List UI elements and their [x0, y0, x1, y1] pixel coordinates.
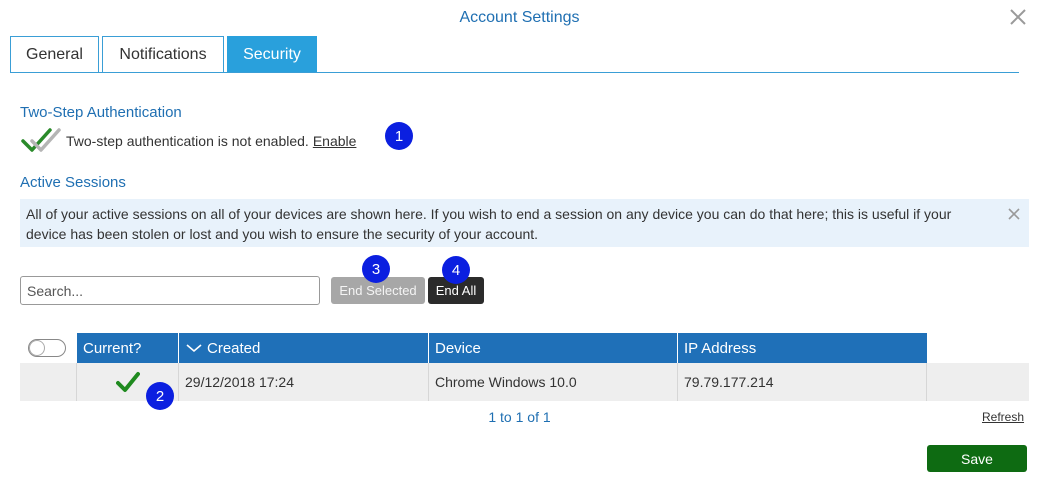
created-cell: 29/12/2018 17:24: [179, 363, 429, 401]
annotation-badge-1: 1: [385, 122, 413, 150]
dialog-title: Account Settings: [459, 9, 580, 26]
column-header-created[interactable]: Created: [179, 333, 429, 363]
tab-notifications[interactable]: Notifications: [102, 36, 224, 73]
close-icon[interactable]: [1007, 6, 1029, 28]
refresh-link[interactable]: Refresh: [982, 410, 1024, 424]
chevron-down-icon: [186, 344, 202, 353]
search-input[interactable]: [20, 276, 320, 305]
select-all-cell: [20, 333, 77, 363]
checkmark-icon: [115, 372, 140, 392]
tab-security[interactable]: Security: [227, 36, 317, 73]
active-sessions-heading: Active Sessions: [20, 174, 126, 191]
sessions-info-box: All of your active sessions on all of yo…: [20, 199, 1029, 247]
column-header-ip[interactable]: IP Address: [678, 333, 927, 363]
two-step-status-row: Two-step authentication is not enabled. …: [20, 126, 356, 156]
row-select-cell[interactable]: [20, 363, 77, 401]
tab-general[interactable]: General: [10, 36, 99, 73]
annotation-badge-3: 3: [362, 255, 390, 283]
sessions-table-header: Current? Created Device IP Address: [20, 333, 927, 363]
column-header-current[interactable]: Current?: [77, 333, 179, 363]
tab-divider: [10, 72, 1019, 73]
ip-cell: 79.79.177.214: [678, 363, 927, 401]
tab-bar: General Notifications Security: [10, 36, 320, 73]
annotation-badge-2: 2: [146, 382, 174, 410]
close-icon[interactable]: [1007, 207, 1021, 221]
two-step-status-text: Two-step authentication is not enabled.: [66, 133, 309, 149]
column-header-created-label: Created: [207, 339, 261, 357]
select-all-toggle[interactable]: [28, 339, 66, 357]
double-check-icon: [21, 128, 61, 152]
device-cell: Chrome Windows 10.0: [429, 363, 678, 401]
column-header-device[interactable]: Device: [429, 333, 678, 363]
sessions-info-text: All of your active sessions on all of yo…: [26, 206, 952, 242]
two-step-heading: Two-Step Authentication: [20, 104, 182, 121]
save-button[interactable]: Save: [927, 445, 1027, 472]
pagination-text: 1 to 1 of 1: [488, 409, 551, 425]
annotation-badge-4: 4: [442, 256, 470, 284]
enable-two-step-link[interactable]: Enable: [313, 133, 357, 149]
